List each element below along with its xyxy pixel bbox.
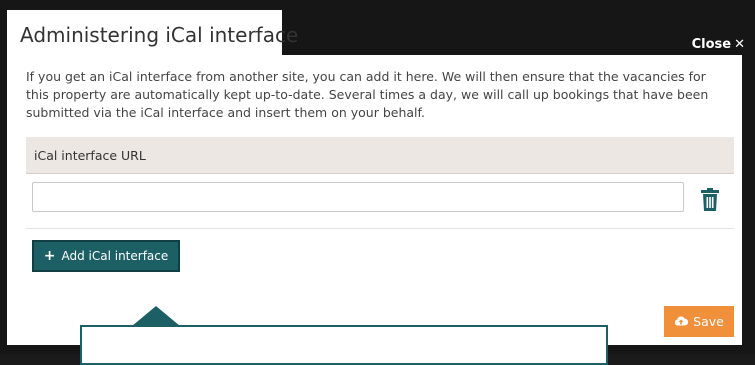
dialog-description: If you get an iCal interface from anothe… — [26, 69, 709, 120]
tooltip-popup — [80, 325, 608, 365]
close-icon: ✕ — [734, 37, 745, 52]
close-label: Close — [691, 37, 732, 52]
dialog-title: Administering iCal interface — [20, 23, 299, 47]
section-divider — [26, 228, 734, 229]
plus-icon: + — [43, 248, 56, 264]
close-button[interactable]: Close ✕ — [692, 37, 745, 52]
cloud-upload-icon — [674, 314, 689, 329]
url-section-label: iCal interface URL — [34, 148, 146, 163]
trash-icon[interactable] — [700, 188, 720, 212]
save-button-label: Save — [693, 314, 724, 329]
url-section-header: iCal interface URL — [26, 137, 734, 174]
add-button-label: Add iCal interface — [61, 249, 169, 263]
save-button[interactable]: Save — [664, 306, 734, 337]
ical-url-input[interactable] — [32, 182, 684, 212]
add-ical-interface-button[interactable]: + Add iCal interface — [32, 240, 180, 272]
tooltip-arrow — [132, 306, 180, 326]
